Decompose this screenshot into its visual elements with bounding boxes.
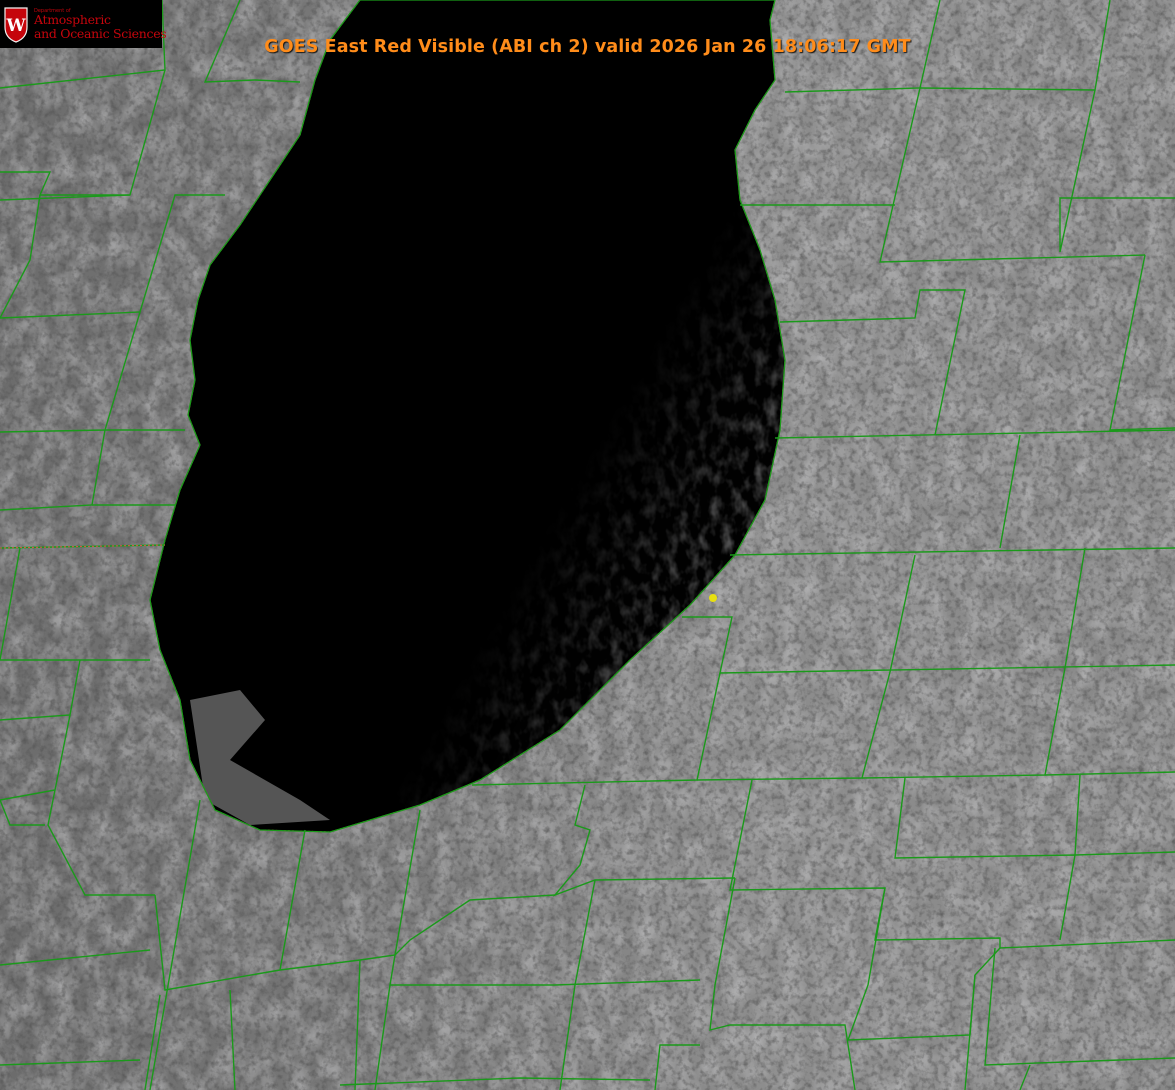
logo-line2: and Oceanic Sciences (34, 26, 167, 41)
university-logo: W Department of Atmospheric and Oceanic … (0, 0, 167, 48)
satellite-map (0, 0, 1175, 1090)
station-dot-icon (709, 594, 717, 602)
svg-text:W: W (5, 16, 26, 36)
logo-line1: Atmospheric (34, 12, 111, 27)
uw-crest-icon: W (4, 7, 28, 43)
